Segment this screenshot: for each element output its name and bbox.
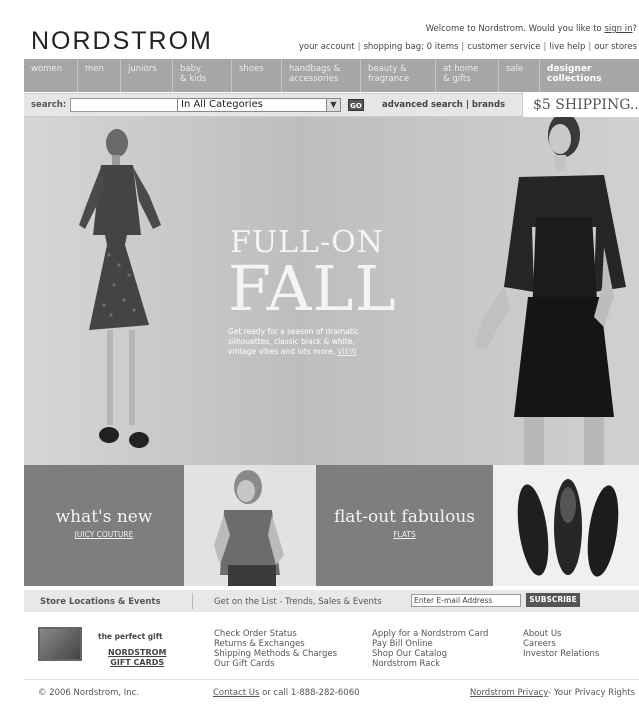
nav-item-designer[interactable]: designer collections: [540, 59, 639, 92]
email-input[interactable]: Enter E-mail Address: [411, 594, 521, 607]
juicy-couture-link[interactable]: JUICY COUTURE: [24, 530, 184, 539]
privacy-rights-text[interactable]: - Your Privacy Rights: [548, 688, 635, 698]
whats-new-tile[interactable]: what's new JUICY COUTURE: [24, 465, 184, 586]
flats-link[interactable]: FLATS: [316, 530, 493, 539]
contact-line: Contact Us or call 1-888-282-6060: [213, 688, 360, 698]
utility-links: your account | shopping bag: 0 items | custo…: [299, 42, 637, 52]
welcome-text: Welcome to Nordstrom. Would you like to: [425, 24, 602, 34]
nav-item-handbags[interactable]: handbags & accessories: [282, 59, 361, 92]
nav-item-sale[interactable]: sale: [499, 59, 540, 92]
live-help-link[interactable]: live help: [549, 42, 585, 52]
subscribe-button[interactable]: SUBSCRIBE: [526, 593, 580, 607]
investor-relations-link[interactable]: Investor Relations: [523, 649, 599, 659]
privacy-line: Nordstrom Privacy- Your Privacy Rights: [470, 688, 635, 698]
separator: |: [588, 42, 592, 52]
nav-item-home-gifts[interactable]: at home & gifts: [436, 59, 499, 92]
careers-link[interactable]: Careers: [523, 639, 599, 649]
flat-out-fabulous-heading: flat-out fabulous: [333, 507, 476, 527]
your-account-link[interactable]: your account: [299, 42, 355, 52]
gift-cards-line2: GIFT CARDS: [110, 658, 165, 667]
store-locations-link[interactable]: Store Locations & Events: [40, 597, 161, 607]
flats-image[interactable]: [493, 465, 639, 586]
shopping-bag-link[interactable]: shopping bag: 0 items: [363, 42, 458, 52]
nav-item-baby-kids[interactable]: baby & kids: [173, 59, 232, 92]
search-label: search:: [31, 100, 67, 110]
links-column-2: Apply for a Nordstrom Card Pay Bill Onli…: [372, 629, 488, 669]
search-bar: search: In All Categories ▼ GO advanced …: [24, 92, 639, 118]
nav-item-women[interactable]: women: [24, 59, 78, 92]
hero-banner[interactable]: FULL-ON FALL Get ready for a season of d…: [24, 117, 639, 465]
copyright: © 2006 Nordstrom, Inc.: [38, 688, 140, 698]
our-stores-link[interactable]: our stores: [594, 42, 637, 52]
pay-bill-link[interactable]: Pay Bill Online: [372, 639, 488, 649]
gift-cards-line1: NORDSTROM: [108, 648, 167, 657]
category-select[interactable]: In All Categories ▼: [177, 98, 341, 112]
about-us-link[interactable]: About Us: [523, 629, 599, 639]
our-gift-cards-link[interactable]: Our Gift Cards: [214, 659, 337, 669]
search-links: advanced search | brands: [382, 100, 505, 110]
links-column-3: About Us Careers Investor Relations: [523, 629, 599, 659]
model-right-image: [474, 117, 626, 465]
model-left-image: [79, 129, 161, 448]
subscribe-bar: Store Locations & Events Get on the List…: [24, 590, 639, 612]
chevron-down-icon[interactable]: ▼: [326, 99, 340, 111]
returns-exchanges-link[interactable]: Returns & Exchanges: [214, 639, 337, 649]
separator: |: [357, 42, 361, 52]
hero-description: Get ready for a season of dramatic silho…: [228, 327, 378, 357]
divider: [192, 593, 193, 609]
shop-catalog-link[interactable]: Shop Our Catalog: [372, 649, 488, 659]
advanced-search-link[interactable]: advanced search: [382, 100, 463, 110]
welcome-message: Welcome to Nordstrom. Would you like to …: [426, 24, 637, 34]
flats-tile[interactable]: flat-out fabulous FLATS: [316, 465, 493, 586]
phone-text: or call 1-888-282-6060: [259, 688, 360, 698]
shipping-methods-link[interactable]: Shipping Methods & Charges: [214, 649, 337, 659]
perfect-gift-text: the perfect gift: [98, 632, 163, 641]
nordstrom-logo[interactable]: NORDSTROM: [31, 27, 213, 56]
sign-in-link[interactable]: sign in: [604, 24, 632, 34]
search-input[interactable]: [70, 98, 194, 112]
hero-title-line2: FALL: [228, 252, 397, 325]
nav-item-men[interactable]: men: [78, 59, 121, 92]
footer-links: the perfect gift NORDSTROM GIFT CARDS Ch…: [24, 612, 639, 704]
shipping-promo[interactable]: $5 SHIPPING...: [522, 92, 639, 118]
customer-service-link[interactable]: customer service: [467, 42, 540, 52]
brands-link[interactable]: brands: [472, 100, 505, 110]
gift-cards-link[interactable]: NORDSTROM GIFT CARDS: [108, 648, 166, 668]
main-nav: women men juniors baby & kids shoes hand…: [24, 59, 639, 92]
separator: |: [461, 42, 465, 52]
links-column-1: Check Order Status Returns & Exchanges S…: [214, 629, 337, 669]
check-order-status-link[interactable]: Check Order Status: [214, 629, 337, 639]
nav-item-juniors[interactable]: juniors: [121, 59, 173, 92]
juicy-couture-image[interactable]: [184, 465, 316, 586]
nav-item-shoes[interactable]: shoes: [232, 59, 282, 92]
contact-us-link[interactable]: Contact Us: [213, 688, 259, 698]
header: NORDSTROM Welcome to Nordstrom. Would yo…: [0, 0, 639, 60]
nordstrom-rack-link[interactable]: Nordstrom Rack: [372, 659, 488, 669]
separator: |: [543, 42, 547, 52]
sign-in-suffix: ?: [632, 24, 637, 34]
go-button[interactable]: GO: [348, 99, 364, 111]
gift-card-graphic: [40, 629, 80, 659]
promo-tiles: what's new JUICY COUTURE flat-out fabulo…: [24, 465, 639, 586]
privacy-link[interactable]: Nordstrom Privacy: [470, 688, 548, 698]
apply-card-link[interactable]: Apply for a Nordstrom Card: [372, 629, 488, 639]
category-select-value: In All Categories: [181, 99, 263, 110]
view-link[interactable]: VIEW: [337, 347, 357, 356]
nav-item-beauty[interactable]: beauty & fragrance: [361, 59, 436, 92]
get-on-list-text: Get on the List - Trends, Sales & Events: [214, 597, 382, 607]
whats-new-heading: what's new: [55, 507, 153, 527]
footer-divider: [24, 679, 639, 680]
